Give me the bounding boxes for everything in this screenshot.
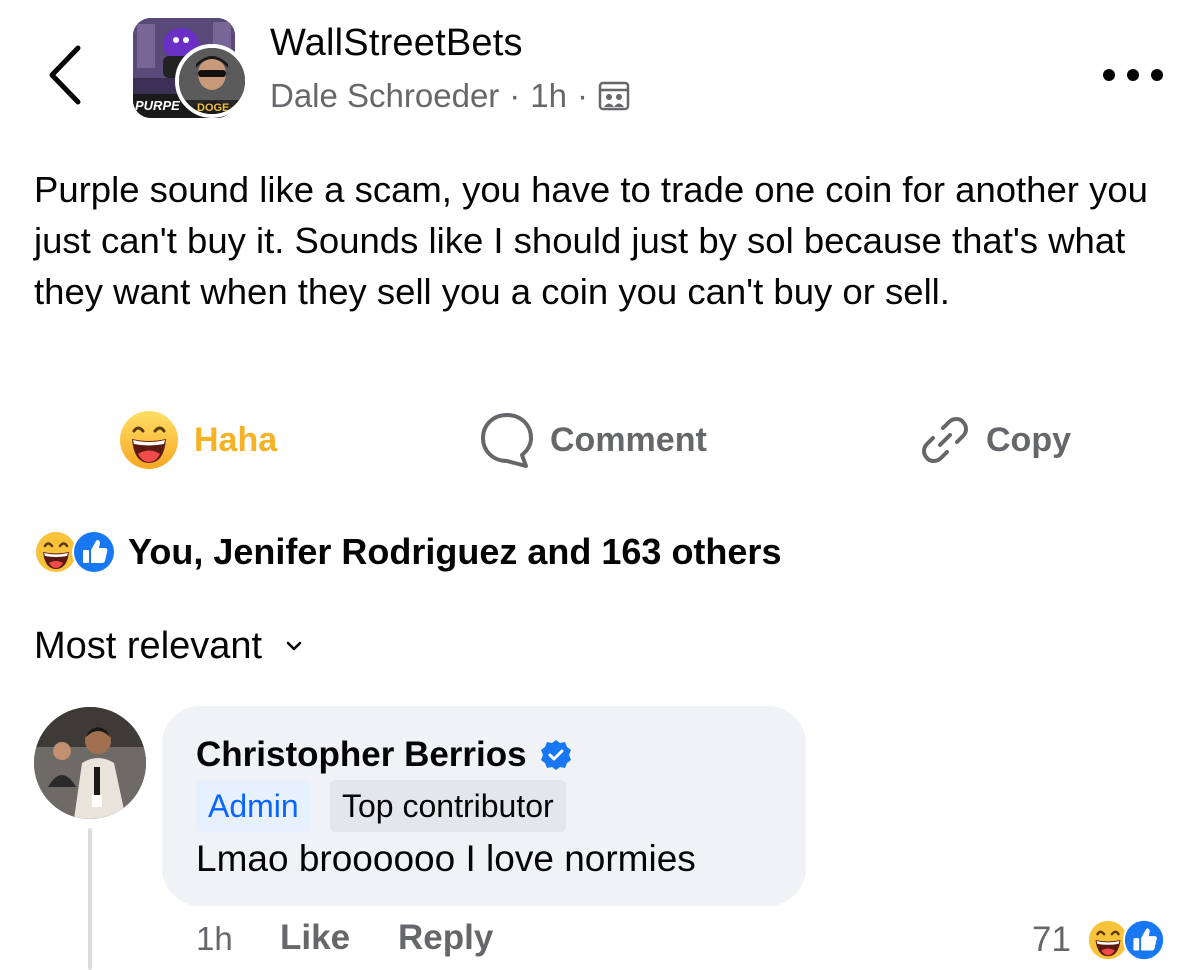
verified-badge-icon [539,738,573,772]
author-avatar-image: DOGE [179,48,245,114]
comment-label: Comment [550,420,707,459]
more-options-button[interactable] [1103,62,1163,88]
commenter-name[interactable]: Christopher Berrios [196,733,573,777]
like-reaction-icon [70,528,118,576]
comment-reaction-count: 71 [1032,920,1071,959]
commenter-name-text: Christopher Berrios [196,735,527,774]
commenter-avatar[interactable] [34,707,146,819]
like-reaction-icon [1121,917,1167,963]
copy-label: Copy [986,420,1071,459]
meta-separator: · [509,77,521,114]
chevron-left-icon [49,45,81,105]
more-dot-icon [1103,69,1115,81]
avatar-text-left: PURPE [135,98,180,113]
group-name[interactable]: WallStreetBets [270,22,523,65]
post-meta: Dale Schroeder · 1h · [270,76,630,116]
admin-badge[interactable]: Admin [196,780,311,832]
comment-button[interactable]: Comment [478,410,707,470]
back-button[interactable] [40,40,100,110]
comment-time[interactable]: 1h [196,920,233,958]
chevron-down-icon [286,640,302,652]
more-dot-icon [1127,69,1139,81]
haha-emoji-icon [118,409,180,471]
haha-reaction-button[interactable]: Haha [118,410,277,470]
meta-separator-2: · [577,77,589,114]
copy-link-button[interactable]: Copy [918,410,1071,470]
comment-reactions[interactable]: 71 [1032,914,1167,966]
author-name[interactable]: Dale Schroeder [270,77,499,115]
comment-like-button[interactable]: Like [280,918,350,958]
reactions-summary[interactable]: You, Jenifer Rodriguez and 163 others [32,524,781,580]
comment-bubble-icon [478,411,536,469]
sort-label: Most relevant [34,624,263,667]
comments-sort-dropdown[interactable]: Most relevant [34,620,302,672]
comment-reply-button[interactable]: Reply [398,918,493,958]
link-icon [918,413,972,467]
thread-line [88,828,92,970]
commenter-avatar-image [34,707,146,819]
author-avatar[interactable]: DOGE [175,44,249,118]
more-dot-icon [1151,69,1163,81]
post-time[interactable]: 1h [530,77,567,115]
avatar-text-right: DOGE [197,102,229,114]
members-audience-icon [598,81,630,111]
top-contributor-badge[interactable]: Top contributor [330,780,566,832]
haha-label: Haha [194,420,278,459]
reactions-summary-text: You, Jenifer Rodriguez and 163 others [128,531,782,572]
comment-text: Lmao broooooo I love normies [196,838,696,879]
post-text: Purple sound like a scam, you have to tr… [34,169,1148,312]
